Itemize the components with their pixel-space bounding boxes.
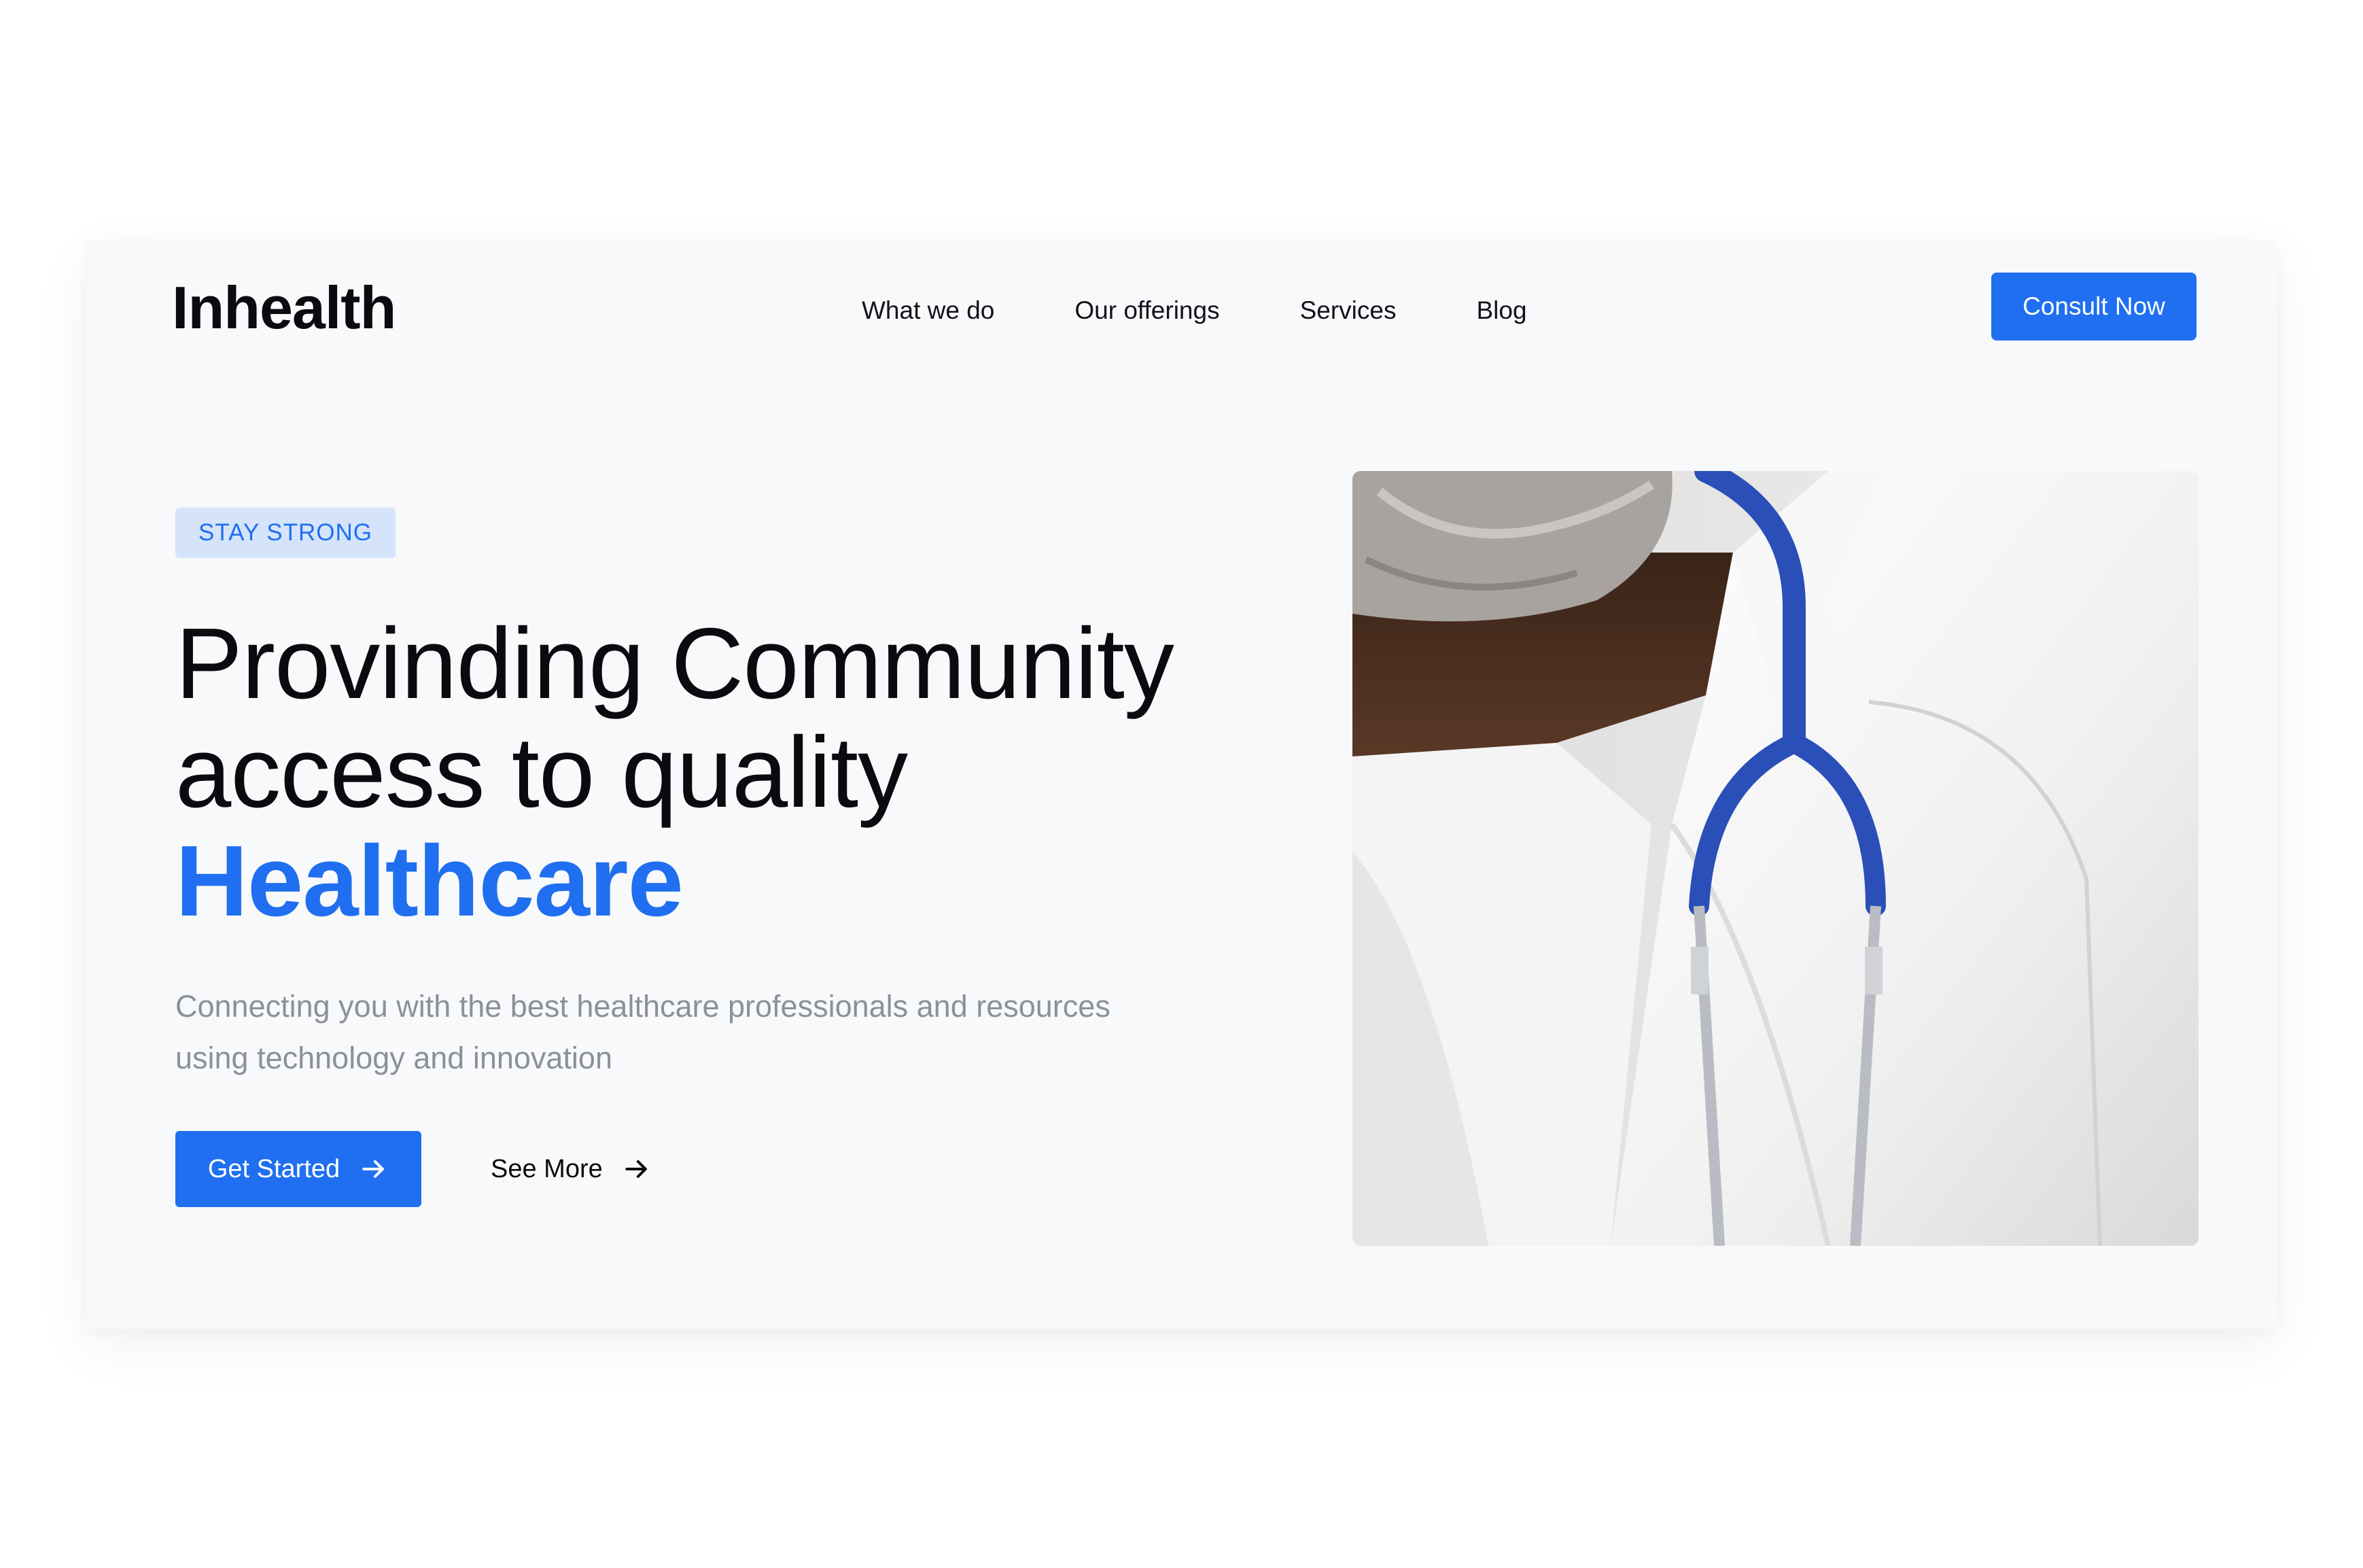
get-started-button[interactable]: Get Started [175,1131,421,1207]
nav-item-our-offerings[interactable]: Our offerings [1074,296,1219,325]
hero-description: Connecting you with the best healthcare … [175,989,1110,1075]
headline-line-1: Provinding Community [175,608,1174,720]
main-nav: What we do Our offerings Services Blog [862,290,1527,331]
hero-tag: STAY STRONG [175,508,396,558]
doctor-stethoscope-illustration [1352,471,2199,1246]
headline-accent: Healthcare [175,825,684,937]
arrow-right-icon [625,1160,647,1179]
consult-now-button[interactable]: Consult Now [1991,273,2196,341]
see-more-link[interactable]: See More [491,1131,652,1207]
headline-line-2: access to quality [175,716,908,829]
brand-logo[interactable]: Inhealth [172,275,396,341]
hero-headline: Provinding Community access to quality H… [175,610,1263,936]
nav-item-services[interactable]: Services [1300,296,1397,325]
see-more-label: See More [491,1154,603,1183]
hero-card: Inhealth What we do Our offerings Servic… [87,243,2277,1329]
nav-item-blog[interactable]: Blog [1476,296,1526,325]
get-started-label: Get Started [207,1154,340,1183]
arrow-right-icon [362,1160,385,1179]
nav-item-what-we-do[interactable]: What we do [862,296,994,325]
hero-image [1352,471,2199,1246]
